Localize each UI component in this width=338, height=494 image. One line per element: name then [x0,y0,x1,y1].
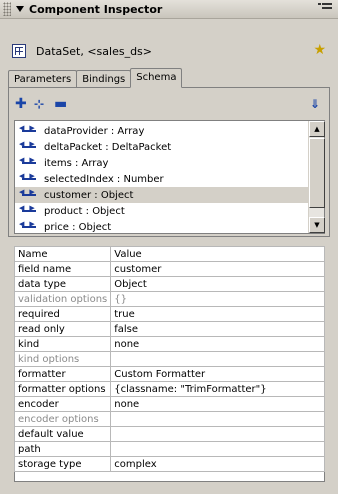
tab-parameters[interactable]: Parameters [8,70,78,88]
tab-strip: Parameters Bindings Schema [8,68,183,88]
property-name: encoder options [13,411,112,427]
schema-item[interactable]: product : Object [15,203,309,219]
property-value[interactable]: Object [110,276,325,292]
table-row[interactable]: data type Object [13,276,325,292]
table-row[interactable]: kind none [13,336,325,352]
scroll-up-icon[interactable]: ▲ [309,121,325,137]
properties-table: Name Value field name customer data type… [13,246,325,482]
table-row[interactable]: storage type complex [13,456,325,472]
schema-tree[interactable]: dataProvider : Array deltaPacket : Delta… [14,120,325,234]
panel-titlebar[interactable]: Component Inspector [0,0,338,19]
schema-item-label: items : Array [44,157,109,169]
property-name: formatter [13,366,112,382]
double-arrow-icon [19,124,40,136]
schema-item-selected[interactable]: customer : Object [15,187,309,203]
schema-item[interactable]: price : Object [15,219,309,235]
property-value [110,411,325,427]
property-name: path [13,441,112,457]
grip-icon[interactable] [3,2,11,16]
import-schema-icon[interactable]: ⇓ [310,97,320,111]
scroll-down-icon[interactable]: ▼ [309,217,325,233]
property-name: read only [13,321,112,337]
property-name: default value [13,426,112,442]
property-name: data type [13,276,112,292]
property-value [110,351,325,367]
component-label: DataSet, <sales_ds> [36,44,152,58]
property-value[interactable] [110,441,325,457]
schema-item-label: price : Object [44,221,112,233]
property-name: kind [13,336,112,352]
schema-item[interactable]: deltaPacket : DeltaPacket [15,139,309,155]
schema-item[interactable]: dataProvider : Array [15,123,309,139]
schema-item-label: product : Object [44,205,125,217]
property-value[interactable]: Custom Formatter [110,366,325,382]
property-name: required [13,306,112,322]
table-row[interactable]: validation options {} [13,291,325,307]
table-row[interactable]: field name customer [13,261,325,277]
property-value[interactable]: {classname: "TrimFormatter"} [110,381,325,397]
property-name: storage type [13,456,112,472]
table-filler [15,472,325,482]
table-header: Name Value [13,246,325,262]
double-arrow-icon [19,156,40,168]
table-row[interactable]: kind options [13,351,325,367]
property-value[interactable]: true [110,306,325,322]
property-value[interactable]: none [110,396,325,412]
schema-item-label: selectedIndex : Number [44,173,164,185]
menu-options-icon[interactable] [318,3,332,15]
tab-bindings[interactable]: Bindings [76,70,132,88]
property-value[interactable]: false [110,321,325,337]
schema-item[interactable]: selectedIndex : Number [15,171,309,187]
component-header: DataSet, <sales_ds> ★ [0,38,338,64]
star-wizard-icon[interactable]: ★ [313,43,326,57]
table-row[interactable]: formatter options {classname: "TrimForma… [13,381,325,397]
schema-scrollbar[interactable]: ▲ ▼ [308,121,325,233]
table-row[interactable]: formatter Custom Formatter [13,366,325,382]
double-arrow-icon [19,188,40,200]
table-row[interactable]: path [13,441,325,457]
schema-item[interactable]: items : Array [15,155,309,171]
panel-title: Component Inspector [29,2,163,16]
schema-item-label: dataProvider : Array [44,125,145,137]
property-value[interactable]: none [110,336,325,352]
column-header-value: Value [110,246,325,262]
table-row[interactable]: required true [13,306,325,322]
double-arrow-icon [19,220,40,232]
table-row[interactable]: read only false [13,321,325,337]
dataset-component-icon [12,44,26,58]
property-name: field name [13,261,112,277]
property-name: validation options [13,291,112,307]
double-arrow-icon [19,204,40,216]
property-value[interactable]: complex [110,456,325,472]
scroll-thumb[interactable] [309,138,325,208]
plus-child-icon[interactable]: ⊹ [34,97,44,111]
schema-toolbar: ✚ ⊹ ▬ ⇓ [14,96,326,114]
double-arrow-icon [19,140,40,152]
schema-item-label: deltaPacket : DeltaPacket [44,141,172,153]
minus-icon[interactable]: ▬ [54,97,67,111]
triangle-down-icon[interactable] [16,6,24,12]
double-arrow-icon [19,172,40,184]
property-name: kind options [13,351,112,367]
property-name: encoder [13,396,112,412]
table-row[interactable]: encoder options [13,411,325,427]
table-row[interactable]: encoder none [13,396,325,412]
column-header-name: Name [13,246,112,262]
property-value: {} [110,291,325,307]
schema-item-label: customer : Object [44,189,134,201]
property-value[interactable]: customer [110,261,325,277]
property-name: formatter options [13,381,112,397]
property-value[interactable] [110,426,325,442]
table-row[interactable]: default value [13,426,325,442]
plus-icon[interactable]: ✚ [15,97,27,111]
tab-schema[interactable]: Schema [130,68,183,88]
